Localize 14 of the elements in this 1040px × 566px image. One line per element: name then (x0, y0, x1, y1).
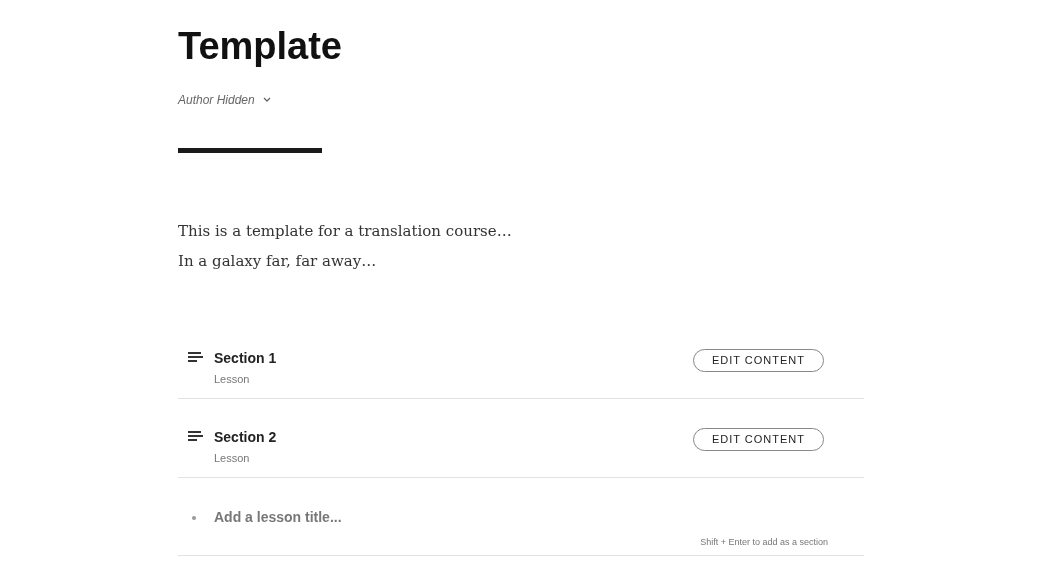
lesson-title[interactable]: Section 1 (214, 348, 693, 368)
description-line: In a galaxy far, far away… (178, 251, 378, 272)
lesson-type: Lesson (214, 451, 251, 466)
description-line: This is a template for a translation course… (178, 221, 513, 242)
lines-icon (188, 431, 203, 442)
course-title: Template (178, 24, 343, 68)
lesson-title-input[interactable]: Add a lesson title... (214, 507, 864, 528)
lesson-type: Lesson (214, 372, 251, 387)
section-hint: Shift + Enter to add as a section (700, 536, 828, 549)
bullet-icon (192, 515, 196, 520)
chevron-down-icon[interactable] (262, 97, 271, 103)
author-label: Author Hidden (178, 92, 255, 109)
lines-icon (188, 352, 203, 363)
lesson-title[interactable]: Section 2 (214, 427, 693, 447)
